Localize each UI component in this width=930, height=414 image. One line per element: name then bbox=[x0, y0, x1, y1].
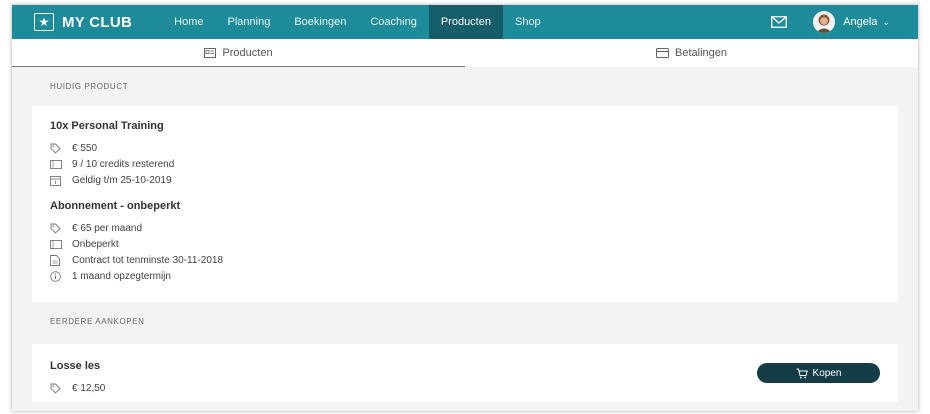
current-products-card: 10x Personal Training € 550 9 / 10 credi… bbox=[32, 106, 898, 302]
ticket-icon bbox=[50, 239, 72, 249]
tag-icon bbox=[50, 223, 72, 234]
tab-label: Betalingen bbox=[675, 47, 727, 59]
product-usage: Onbeperkt bbox=[50, 236, 898, 252]
nav-item-shop[interactable]: Shop bbox=[503, 5, 553, 39]
product-title: 10x Personal Training bbox=[50, 120, 164, 132]
product-abonnement: Abonnement - onbeperkt € 65 per maand On… bbox=[50, 200, 898, 284]
nav-item-boekingen[interactable]: Boekingen bbox=[282, 5, 358, 39]
user-name[interactable]: Angela bbox=[843, 16, 877, 28]
nav-item-producten[interactable]: Producten bbox=[428, 5, 503, 39]
tag-icon bbox=[50, 143, 72, 154]
calendar-icon bbox=[50, 175, 72, 186]
star-icon: ★ bbox=[34, 13, 54, 31]
top-navbar: ★ MY CLUB Home Planning Boekingen Coachi… bbox=[12, 5, 918, 39]
product-price: € 65 per maand bbox=[50, 220, 898, 236]
avatar[interactable] bbox=[813, 11, 836, 33]
id-card-icon bbox=[204, 48, 217, 58]
product-validity: Geldig t/m 25-10-2019 bbox=[50, 172, 898, 188]
document-icon bbox=[50, 254, 72, 266]
product-credits: 9 / 10 credits resterend bbox=[50, 156, 898, 172]
product-personal-training: 10x Personal Training € 550 9 / 10 credi… bbox=[50, 120, 898, 188]
chevron-down-icon[interactable]: ⌄ bbox=[882, 17, 890, 28]
nav-item-planning[interactable]: Planning bbox=[216, 5, 283, 39]
section-label-current: HUIDIG PRODUCT bbox=[50, 82, 129, 91]
tab-producten[interactable]: Producten bbox=[12, 39, 465, 67]
product-price: € 550 bbox=[50, 140, 898, 156]
cart-icon bbox=[796, 368, 808, 378]
credit-card-icon bbox=[656, 48, 669, 58]
nav-item-coaching[interactable]: Coaching bbox=[358, 5, 428, 39]
info-icon bbox=[50, 270, 72, 282]
product-contract: Contract tot tenminste 30-11-2018 bbox=[50, 252, 898, 268]
buy-button-label: Kopen bbox=[812, 367, 842, 379]
app-window: ★ MY CLUB Home Planning Boekingen Coachi… bbox=[12, 5, 918, 411]
ticket-icon bbox=[50, 159, 72, 169]
tab-bar: Producten Betalingen bbox=[12, 39, 918, 67]
tag-icon bbox=[50, 383, 72, 394]
product-notice: 1 maand opzegtermijn bbox=[50, 268, 898, 284]
mail-icon[interactable] bbox=[771, 16, 788, 28]
nav-user-area: Angela ⌄ bbox=[771, 11, 918, 33]
purchase-title: Losse les bbox=[50, 360, 101, 372]
buy-button[interactable]: Kopen bbox=[757, 363, 880, 383]
tab-betalingen[interactable]: Betalingen bbox=[465, 39, 918, 67]
purchase-losse-les: Losse les € 12,50 Kopen bbox=[32, 344, 898, 402]
brand-name: MY CLUB bbox=[62, 13, 133, 31]
purchase-price: € 12,50 bbox=[50, 380, 880, 396]
brand-logo[interactable]: ★ MY CLUB bbox=[34, 13, 132, 31]
nav-item-home[interactable]: Home bbox=[162, 5, 215, 39]
product-title: Abonnement - onbeperkt bbox=[50, 200, 181, 212]
section-label-previous: EERDERE AANKOPEN bbox=[50, 317, 145, 326]
tab-label: Producten bbox=[222, 47, 273, 59]
